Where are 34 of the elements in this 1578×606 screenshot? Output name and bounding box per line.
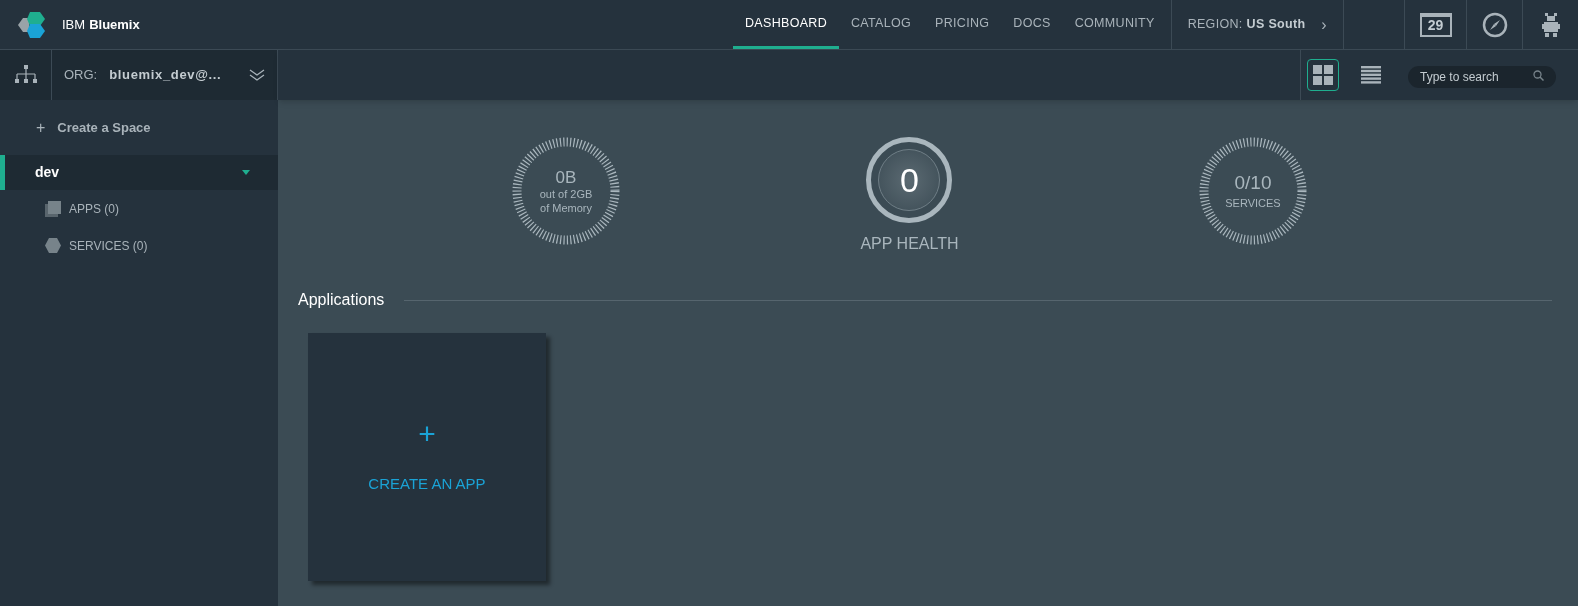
space-child-item[interactable]: SERVICES (0) (0, 227, 278, 264)
services-value: 0/10 (1234, 170, 1272, 195)
brand-name: Bluemix (89, 15, 140, 34)
search-icon (1533, 69, 1544, 81)
create-space-link[interactable]: + Create a Space (0, 100, 278, 155)
dashed-ring-icon (1199, 137, 1307, 245)
nav-tab[interactable]: COMMUNITY (1062, 0, 1167, 49)
double-chevron-icon (249, 68, 265, 82)
health-label: APP HEALTH (860, 234, 959, 254)
nav-tab[interactable]: CATALOG (839, 0, 924, 49)
hierarchy-icon[interactable] (13, 65, 38, 85)
search-field[interactable]: Type to search (1408, 66, 1556, 88)
memory-value: 0B (555, 166, 577, 188)
nav-tab[interactable]: PRICING (923, 0, 1002, 49)
create-app-card[interactable]: + CREATE AN APP (308, 333, 546, 581)
brand-prefix: IBM (62, 15, 86, 34)
hexagon-icon (45, 238, 61, 253)
bug-icon[interactable] (1541, 12, 1560, 37)
stacked-squares-icon (45, 200, 61, 217)
grid-icon (1312, 65, 1333, 85)
health-value: 0 (900, 159, 919, 201)
services-caption: SERVICES (1225, 195, 1281, 211)
memory-caption: of Memory (540, 201, 592, 216)
region-selector[interactable]: REGION: US South › (1170, 0, 1344, 49)
space-child-item[interactable]: APPS (0) (0, 190, 278, 227)
section-title: Applications (298, 290, 385, 310)
space-item[interactable]: dev (0, 155, 278, 190)
memory-caption: out of 2GB (539, 187, 593, 202)
nav-tab[interactable]: DOCS (1001, 0, 1063, 49)
grid-view-button[interactable] (1306, 59, 1339, 91)
calendar-button[interactable]: 29 (1419, 12, 1452, 37)
list-icon (1360, 66, 1381, 84)
compass-icon[interactable] (1481, 11, 1508, 38)
dashed-ring-icon (512, 137, 620, 245)
